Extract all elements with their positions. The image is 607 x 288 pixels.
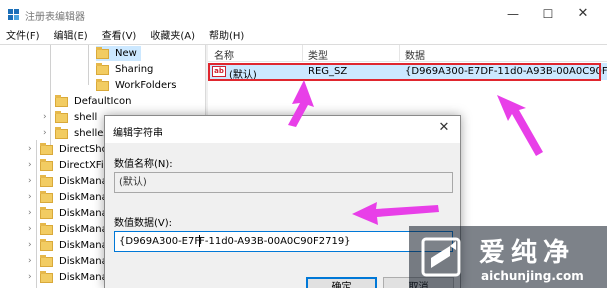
dialog-close-button[interactable]: ✕ — [432, 118, 456, 138]
tree-item-label: shell — [74, 112, 98, 123]
value-name-field: (默认) — [114, 172, 453, 193]
folder-icon — [40, 222, 53, 235]
folder-icon — [55, 94, 68, 107]
tree-item-label: Sharing — [115, 64, 154, 75]
tree-item-shell[interactable]: › shell — [43, 110, 97, 125]
regedit-app-icon — [8, 9, 19, 20]
ok-button[interactable]: 确定 — [306, 277, 377, 288]
minimize-button[interactable]: — — [498, 5, 528, 23]
column-divider[interactable] — [302, 45, 303, 62]
tree-item-shellex[interactable]: › shellex — [43, 126, 109, 141]
menu-edit[interactable]: 编辑(E) — [54, 29, 88, 44]
chevron-right-icon[interactable]: › — [28, 160, 36, 170]
watermark: 爱纯净 aichunjing.com — [409, 226, 607, 288]
value-data-text-before: {D969A300-E7F — [119, 236, 201, 247]
brand-logo-icon — [421, 237, 461, 277]
tree-item-directxfile[interactable]: › DirectXFile — [28, 158, 113, 173]
menu-help[interactable]: 帮助(H) — [209, 29, 244, 44]
folder-icon — [96, 78, 109, 91]
menu-favorites[interactable]: 收藏夹(A) — [150, 29, 195, 44]
chevron-right-icon[interactable]: › — [28, 192, 36, 202]
folder-icon — [96, 62, 109, 75]
chevron-right-icon[interactable]: › — [43, 128, 51, 138]
maximize-button[interactable]: ☐ — [533, 5, 563, 23]
chevron-right-icon[interactable]: › — [43, 112, 51, 122]
tree-item-defaulticon[interactable]: DefaultIcon — [55, 94, 131, 109]
chevron-right-icon[interactable]: › — [28, 240, 36, 250]
tree-item-new[interactable]: New — [96, 46, 141, 61]
menu-file[interactable]: 文件(F) — [6, 29, 40, 44]
menu-bar: 文件(F) 编辑(E) 查看(V) 收藏夹(A) 帮助(H) — [0, 29, 607, 44]
tree-item-sharing[interactable]: Sharing — [96, 62, 153, 77]
folder-icon — [40, 142, 53, 155]
chevron-right-icon[interactable]: › — [28, 208, 36, 218]
tree-item-diskmanag[interactable]: › DiskManag — [28, 270, 114, 285]
tree-item-label: DefaultIcon — [74, 96, 132, 107]
value-data-label: 数值数据(V): — [114, 218, 173, 229]
tree-item-label: WorkFolders — [115, 80, 177, 91]
folder-icon — [40, 190, 53, 203]
dialog-body: 数值名称(N): (默认) 数值数据(V): {D969A300-E7FF-11… — [105, 143, 460, 288]
folder-icon — [55, 126, 68, 139]
folder-icon — [40, 254, 53, 267]
window-titlebar: 注册表编辑器 — ☐ ✕ — [0, 0, 607, 29]
folder-icon — [40, 206, 53, 219]
watermark-url: aichunjing.com — [481, 269, 584, 283]
list-header: 名称 类型 数据 — [208, 45, 607, 62]
folder-icon — [40, 174, 53, 187]
folder-icon — [40, 270, 53, 283]
column-header-type[interactable]: 类型 — [308, 47, 328, 62]
value-data-text-after: F-11d0-A93B-00A0C90F2719} — [199, 236, 351, 247]
chevron-right-icon[interactable]: › — [28, 256, 36, 266]
edit-string-dialog: 编辑字符串 ✕ 数值名称(N): (默认) 数值数据(V): {D969A300… — [104, 115, 461, 288]
folder-icon — [40, 158, 53, 171]
chevron-right-icon[interactable]: › — [28, 176, 36, 186]
tree-item-workfolders[interactable]: WorkFolders — [96, 78, 176, 93]
tree-item-directshow[interactable]: › DirectShow — [28, 142, 116, 157]
watermark-brand: 爱纯净 — [479, 238, 576, 268]
folder-icon — [55, 110, 68, 123]
folder-icon — [96, 46, 109, 59]
tree-item-label: New — [115, 48, 137, 59]
dialog-title: 编辑字符串 — [113, 128, 163, 139]
chevron-right-icon[interactable]: › — [28, 144, 36, 154]
close-button[interactable]: ✕ — [568, 5, 598, 23]
column-header-data[interactable]: 数据 — [405, 47, 425, 62]
menu-view[interactable]: 查看(V) — [102, 29, 137, 44]
highlight-box — [208, 63, 601, 81]
value-name-label: 数值名称(N): — [114, 159, 173, 170]
column-divider[interactable] — [399, 45, 400, 62]
tree-guide — [88, 45, 89, 85]
value-data-input[interactable]: {D969A300-E7FF-11d0-A93B-00A0C90F2719} — [114, 231, 453, 252]
chevron-right-icon[interactable]: › — [28, 272, 36, 282]
column-header-name[interactable]: 名称 — [214, 47, 234, 62]
window-title: 注册表编辑器 — [25, 12, 85, 23]
folder-icon — [40, 238, 53, 251]
chevron-right-icon[interactable]: › — [28, 224, 36, 234]
